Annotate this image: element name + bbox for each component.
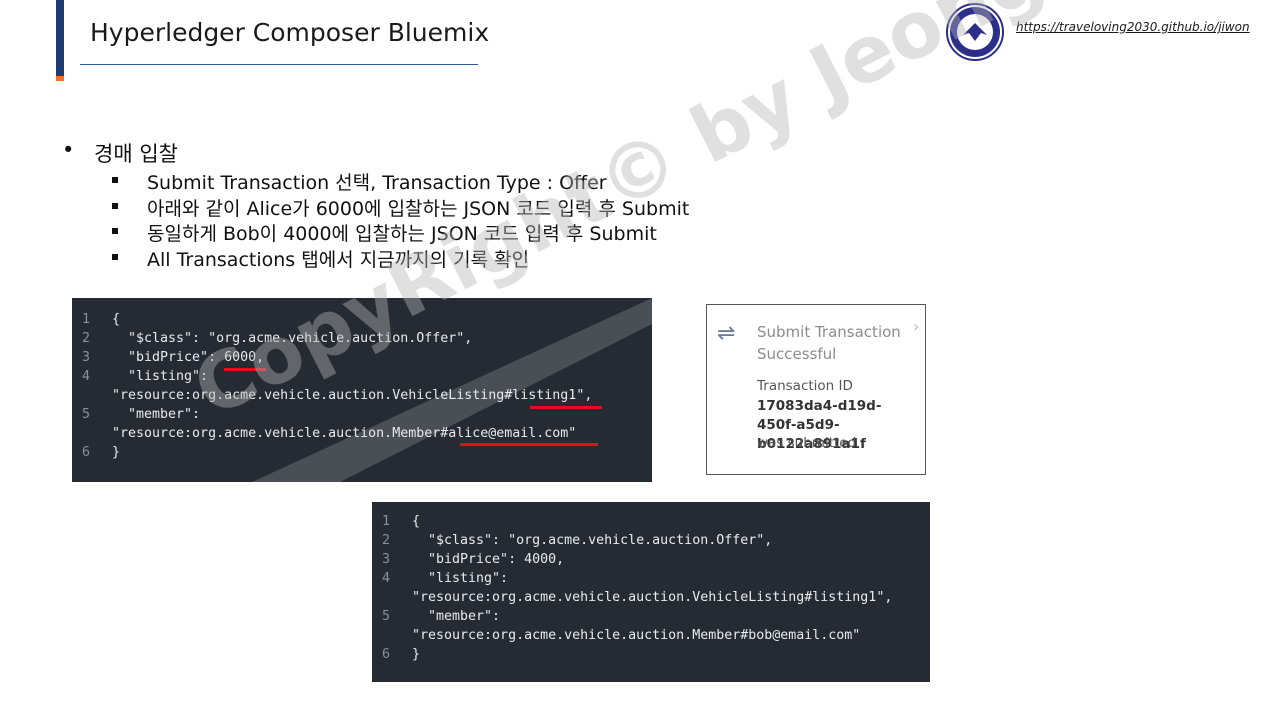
slide-title: Hyperledger Composer Bluemix [90, 18, 490, 47]
square-bullet-icon [112, 228, 118, 234]
code-line: "$class": "org.acme.vehicle.auction.Offe… [412, 533, 773, 548]
square-bullet-icon [112, 202, 118, 209]
code-line: "resource:org.acme.vehicle.auction.Vehic… [112, 388, 593, 403]
transaction-success-toast: ⇌ Submit Transaction Successful › Transa… [706, 304, 926, 475]
toast-title: Submit Transaction Successful [757, 323, 901, 363]
bullet-dot: • [62, 138, 75, 162]
member-underline [460, 443, 598, 446]
code-block-alice: 1 2 3 4 5 6 { "$class": "org.acme.vehicl… [72, 298, 652, 482]
code-line: "resource:org.acme.vehicle.auction.Membe… [412, 628, 861, 643]
code-line: { [112, 312, 121, 327]
transfer-arrows-icon: ⇌ [717, 321, 736, 346]
code-line: "bidPrice": 4000, [412, 552, 565, 567]
university-logo-icon [946, 3, 1004, 61]
code-block-bob: 1 2 3 4 5 6 { "$class": "org.acme.vehicl… [372, 502, 930, 682]
title-underline [80, 64, 478, 65]
code-line: } [112, 445, 121, 460]
code-line: "listing": [112, 369, 209, 384]
bid-price-underline [224, 368, 266, 371]
code-line: } [412, 647, 421, 662]
transaction-id-label: Transaction ID [757, 378, 853, 394]
title-accent-mark [56, 76, 64, 81]
code-line: "bidPrice": 6000, [112, 350, 265, 365]
code-line: "member": [412, 609, 501, 624]
code-line: "resource:org.acme.vehicle.auction.Vehic… [412, 590, 893, 605]
square-bullet-icon [112, 177, 118, 183]
code-line: { [412, 514, 421, 529]
code-line: "member": [112, 407, 201, 422]
listing-underline [530, 406, 602, 409]
code-line: "resource:org.acme.vehicle.auction.Membe… [112, 426, 577, 441]
toast-footer: was submitted [757, 435, 857, 451]
code-line: "$class": "org.acme.vehicle.auction.Offe… [112, 331, 473, 346]
title-accent-bar [56, 0, 64, 76]
author-url-link[interactable]: https://traveloving2030.github.io/jiwon [1016, 20, 1250, 34]
chevron-right-icon[interactable]: › [913, 317, 919, 336]
bullet-main-text: 경매 입찰 [94, 142, 178, 166]
code-line: "listing": [412, 571, 509, 586]
square-bullet-icon [112, 253, 118, 260]
